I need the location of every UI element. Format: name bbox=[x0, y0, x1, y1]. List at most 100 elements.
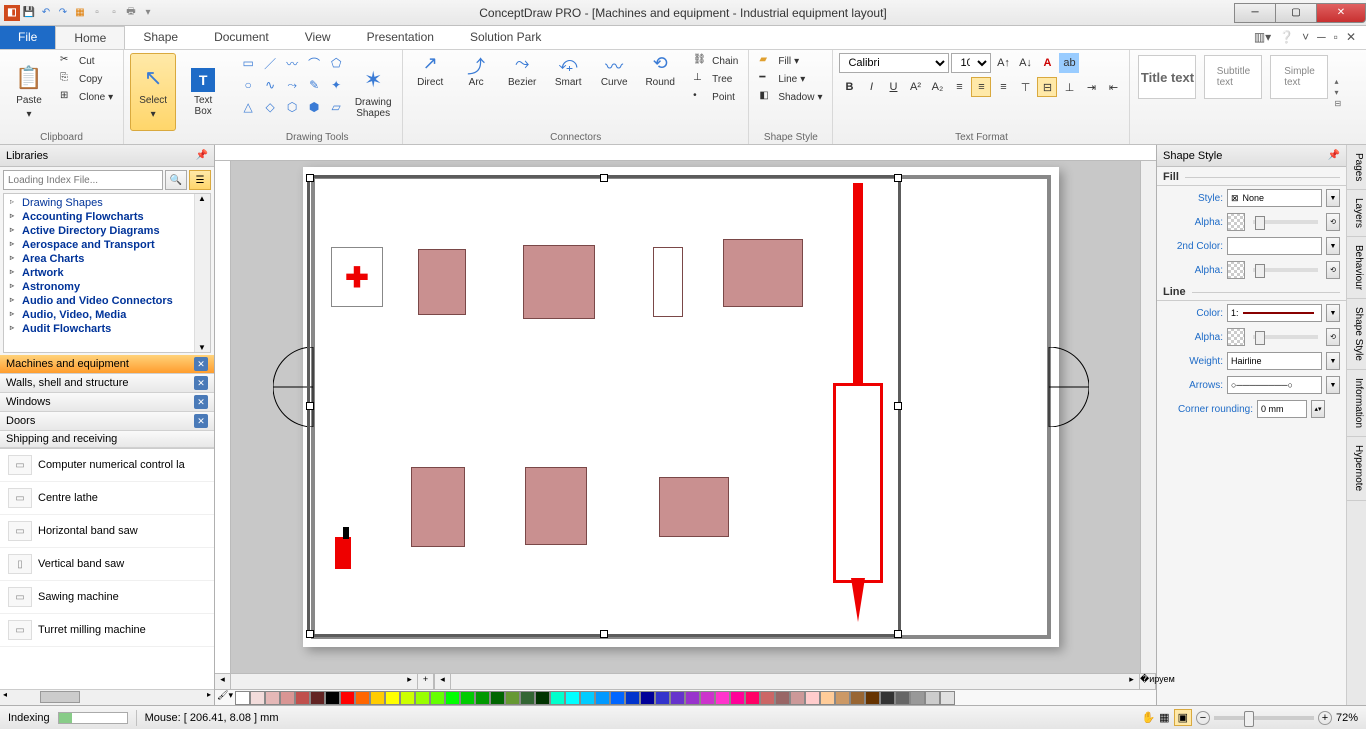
maximize-button[interactable]: ▢ bbox=[1275, 3, 1317, 23]
align-bot-icon[interactable]: ⊥ bbox=[1059, 77, 1079, 97]
page-add-icon[interactable]: + bbox=[418, 674, 434, 689]
color-swatch[interactable] bbox=[610, 691, 625, 705]
color-swatch[interactable] bbox=[775, 691, 790, 705]
subscript-button[interactable]: A₂ bbox=[927, 77, 947, 97]
qat-open-icon[interactable]: ▫ bbox=[106, 5, 122, 21]
color-swatch[interactable] bbox=[640, 691, 655, 705]
page-next-icon[interactable]: ▸ bbox=[402, 674, 418, 689]
weight-field[interactable]: Hairline bbox=[1227, 352, 1322, 370]
align-left-icon[interactable]: ≡ bbox=[949, 77, 969, 97]
lib-tab-machines[interactable]: Machines and equipment✕ bbox=[0, 355, 214, 374]
dropdown-icon[interactable]: ▼ bbox=[1326, 352, 1340, 370]
leftpanel-hscroll[interactable]: ◂▸ bbox=[0, 689, 214, 705]
color-swatch[interactable] bbox=[730, 691, 745, 705]
app-minimize-icon[interactable]: ─ bbox=[1317, 30, 1326, 45]
color-swatch[interactable] bbox=[565, 691, 580, 705]
canvas-vscroll[interactable] bbox=[1140, 161, 1156, 673]
arrows-field[interactable]: ○────────○ bbox=[1227, 376, 1322, 394]
color-swatch[interactable] bbox=[580, 691, 595, 705]
hscroll-right-icon[interactable]: ▸ bbox=[1124, 674, 1140, 689]
clone-button[interactable]: ⊞Clone ▾ bbox=[56, 89, 117, 105]
search-button[interactable]: 🔍 bbox=[165, 170, 187, 190]
color-swatch[interactable] bbox=[790, 691, 805, 705]
library-tree[interactable]: Drawing Shapes Accounting Flowcharts Act… bbox=[3, 193, 211, 353]
copy-button[interactable]: ⎘Copy bbox=[56, 71, 117, 87]
color-swatch[interactable] bbox=[700, 691, 715, 705]
paste-button[interactable]: 📋Paste▾ bbox=[6, 53, 52, 131]
align-mid-icon[interactable]: ⊟ bbox=[1037, 77, 1057, 97]
sidetab-hypernote[interactable]: Hypernote bbox=[1347, 437, 1366, 500]
tool-rect-icon[interactable]: ▭ bbox=[238, 53, 258, 73]
conn-round[interactable]: ⟲Round bbox=[639, 53, 681, 105]
alpha-reset-icon[interactable]: ⟲ bbox=[1326, 328, 1340, 346]
dropdown-icon[interactable]: ▼ bbox=[1326, 237, 1340, 255]
tree-item[interactable]: Area Charts bbox=[4, 252, 210, 266]
shape-item[interactable]: ▭Horizontal band saw bbox=[0, 515, 214, 548]
tool-line-icon[interactable]: ／ bbox=[260, 53, 280, 73]
color-swatch[interactable] bbox=[325, 691, 340, 705]
grow-font-icon[interactable]: A↑ bbox=[993, 53, 1013, 73]
color-swatch[interactable] bbox=[880, 691, 895, 705]
close-button[interactable]: ✕ bbox=[1316, 3, 1366, 23]
color-swatch[interactable] bbox=[340, 691, 355, 705]
tool-c-icon[interactable]: ⬡ bbox=[282, 97, 302, 117]
color-swatch[interactable] bbox=[550, 691, 565, 705]
fit-page-icon[interactable]: ▣ bbox=[1174, 709, 1192, 726]
tree-item[interactable]: Audio, Video, Media bbox=[4, 308, 210, 322]
tree-item[interactable]: Active Directory Diagrams bbox=[4, 224, 210, 238]
tree-scrollbar[interactable] bbox=[194, 194, 210, 352]
color-swatch[interactable] bbox=[805, 691, 820, 705]
tool-bez-icon[interactable]: ⤳ bbox=[282, 75, 302, 95]
color-swatch[interactable] bbox=[520, 691, 535, 705]
highlight-icon[interactable]: ab bbox=[1059, 53, 1079, 73]
zoom-slider[interactable] bbox=[1214, 716, 1314, 720]
tool-spline-icon[interactable]: ∿ bbox=[260, 75, 280, 95]
color-swatch[interactable] bbox=[235, 691, 250, 705]
spinner-icon[interactable]: ▴▾ bbox=[1311, 400, 1325, 418]
color-swatch[interactable] bbox=[505, 691, 520, 705]
tree-item[interactable]: Audio and Video Connectors bbox=[4, 294, 210, 308]
color-swatch[interactable] bbox=[295, 691, 310, 705]
alpha-swatch[interactable] bbox=[1227, 213, 1245, 231]
canvas-hscroll[interactable]: ◂ ▸ + ◂ ▸ �ируем bbox=[215, 673, 1156, 689]
door-shape[interactable] bbox=[1039, 347, 1089, 427]
align-center-icon[interactable]: ≡ bbox=[971, 77, 991, 97]
library-search-input[interactable] bbox=[3, 170, 163, 190]
color-swatch[interactable] bbox=[670, 691, 685, 705]
superscript-button[interactable]: A² bbox=[905, 77, 925, 97]
conn-curve[interactable]: 〰Curve bbox=[593, 53, 635, 105]
dropdown-icon[interactable]: ▼ bbox=[1326, 304, 1340, 322]
sidetab-pages[interactable]: Pages bbox=[1347, 145, 1366, 190]
qat-app-icon[interactable]: ◧ bbox=[4, 5, 20, 21]
color-swatch[interactable] bbox=[280, 691, 295, 705]
color-swatch[interactable] bbox=[370, 691, 385, 705]
tree-item[interactable]: Accounting Flowcharts bbox=[4, 210, 210, 224]
tool-star-icon[interactable]: ✦ bbox=[326, 75, 346, 95]
color-swatch[interactable] bbox=[850, 691, 865, 705]
color-swatch[interactable] bbox=[460, 691, 475, 705]
shape-item[interactable]: ▭Computer numerical control la bbox=[0, 449, 214, 482]
qat-more-icon[interactable]: ▾ bbox=[140, 5, 156, 21]
zoom-out-button[interactable]: − bbox=[1196, 711, 1210, 725]
zoom-level[interactable]: 72% bbox=[1336, 712, 1358, 724]
tab-presentation[interactable]: Presentation bbox=[349, 26, 452, 49]
alpha-reset-icon[interactable]: ⟲ bbox=[1326, 213, 1340, 231]
indent-icon[interactable]: ⇥ bbox=[1081, 77, 1101, 97]
color-swatch[interactable] bbox=[430, 691, 445, 705]
color-swatch[interactable] bbox=[415, 691, 430, 705]
align-right-icon[interactable]: ≡ bbox=[993, 77, 1013, 97]
close-icon[interactable]: ✕ bbox=[194, 376, 208, 390]
dropdown-icon[interactable]: ▼ bbox=[1326, 376, 1340, 394]
qat-grid-icon[interactable]: ▦ bbox=[72, 5, 88, 21]
close-icon[interactable]: ✕ bbox=[194, 357, 208, 371]
alpha-slider[interactable] bbox=[1253, 335, 1318, 339]
alpha-reset-icon[interactable]: ⟲ bbox=[1326, 261, 1340, 279]
color-swatch[interactable] bbox=[385, 691, 400, 705]
chain-button[interactable]: ⛓Chain bbox=[689, 53, 742, 69]
lib-tab-windows[interactable]: Windows✕ bbox=[0, 393, 214, 412]
lib-tab-shipping[interactable]: Shipping and receiving bbox=[0, 431, 214, 448]
tool-free-icon[interactable]: ✎ bbox=[304, 75, 324, 95]
point-button[interactable]: •Point bbox=[689, 89, 742, 105]
drawing-viewport[interactable]: ✚ bbox=[231, 161, 1156, 673]
color-swatch[interactable] bbox=[445, 691, 460, 705]
